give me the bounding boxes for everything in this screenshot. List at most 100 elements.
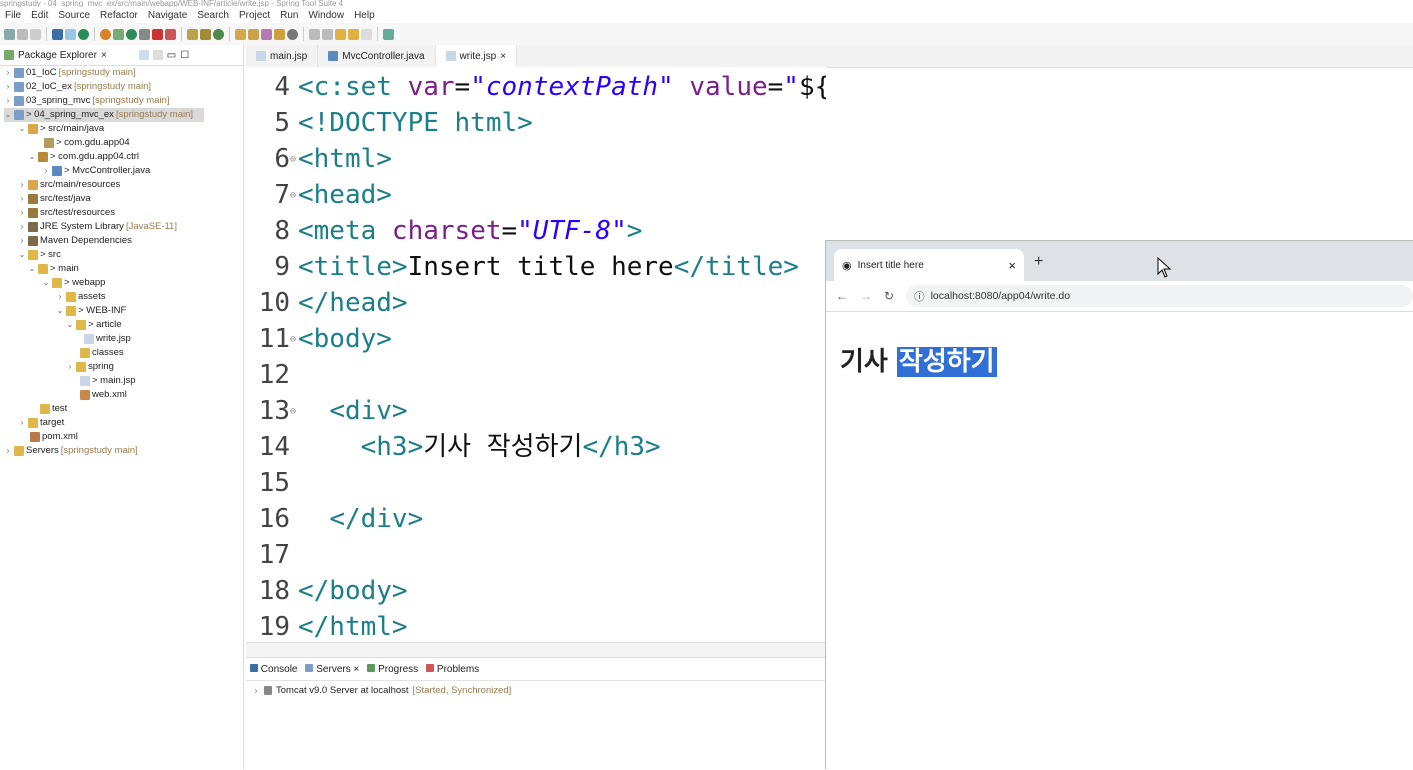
tree-item-main-jsp[interactable]: > main.jsp	[80, 374, 136, 388]
expand-icon[interactable]: ›	[42, 164, 50, 178]
expand-icon[interactable]: ›	[66, 360, 74, 374]
menu-window[interactable]: Window	[303, 10, 349, 21]
expand-icon[interactable]: ›	[4, 444, 12, 458]
tree-item-web-inf[interactable]: ⌄ > WEB-INF	[56, 304, 126, 318]
spring-boot-icon[interactable]	[78, 28, 89, 40]
code-editor[interactable]: 4<c:set var="contextPath" value="${pageC…	[246, 67, 826, 642]
terminal-icon[interactable]	[52, 28, 63, 40]
fold-icon[interactable]: ⊖	[290, 322, 298, 358]
tree-item-src-test-resources[interactable]: › src/test/resources	[18, 206, 115, 220]
pin-icon[interactable]	[261, 28, 272, 40]
expand-icon[interactable]: ›	[18, 192, 26, 206]
tree-item-servers[interactable]: › Servers [springstudy main]	[4, 444, 138, 458]
tree-item-main[interactable]: ⌄ > main	[28, 262, 79, 276]
tree-item-src[interactable]: ⌄ > src	[18, 248, 61, 262]
fold-icon[interactable]: ⊖	[290, 142, 298, 178]
close-tab-icon[interactable]: ×	[1008, 258, 1016, 273]
stop-icon[interactable]	[152, 28, 163, 40]
tree-item-com-gdu-app04[interactable]: > com.gdu.app04	[34, 136, 130, 150]
collapse-icon[interactable]: ⌄	[66, 318, 74, 332]
expand-icon[interactable]: ›	[56, 290, 64, 304]
tree-item-mvccontroller[interactable]: › > MvcController.java	[42, 164, 150, 178]
folder-icon[interactable]	[274, 28, 285, 40]
menu-source[interactable]: Source	[53, 10, 95, 21]
close-icon[interactable]: ×	[354, 664, 360, 675]
menu-search[interactable]: Search	[192, 10, 234, 21]
external-tools-icon[interactable]	[165, 28, 176, 40]
collapse-icon[interactable]: ⌄	[42, 276, 50, 290]
minimize-icon[interactable]: ▭	[167, 50, 176, 61]
search-icon[interactable]	[287, 28, 298, 40]
expand-icon[interactable]: ›	[18, 234, 26, 248]
tree-item-classes[interactable]: classes	[70, 346, 124, 360]
expand-icon[interactable]: ›	[18, 178, 26, 192]
tree-item-03-spring-mvc[interactable]: › 03_spring_mvc [springstudy main]	[4, 94, 170, 108]
menu-project[interactable]: Project	[234, 10, 275, 21]
menu-help[interactable]: Help	[349, 10, 380, 21]
expand-icon[interactable]: ›	[252, 686, 260, 695]
new-class-icon[interactable]	[213, 28, 224, 40]
new-icon[interactable]	[4, 28, 15, 40]
tree-item-test[interactable]: test	[40, 402, 67, 416]
tree-item-04-spring-mvc-ex[interactable]: ⌄ > 04_spring_mvc_ex [springstudy main]	[4, 108, 204, 122]
close-icon[interactable]: ×	[101, 50, 107, 61]
tree-item-pom-xml[interactable]: pom.xml	[30, 430, 78, 444]
reload-icon[interactable]: ↻	[884, 289, 894, 303]
tab-mvccontroller-java[interactable]: MvcController.java	[318, 45, 436, 67]
collapse-icon[interactable]: ⌄	[28, 150, 36, 164]
new-tab-button[interactable]: +	[1034, 253, 1043, 271]
tab-progress[interactable]: Progress	[367, 663, 418, 675]
tree-item-assets[interactable]: › assets	[56, 290, 105, 304]
next-annotation-icon[interactable]	[322, 28, 333, 40]
perspective-icon[interactable]	[383, 28, 394, 40]
tree-item-spring[interactable]: › spring	[66, 360, 114, 374]
expand-icon[interactable]: ›	[4, 66, 12, 80]
tree-item-com-gdu-app04-ctrl[interactable]: ⌄ > com.gdu.app04.ctrl	[28, 150, 139, 164]
run-icon[interactable]	[126, 28, 137, 40]
new-java-project-icon[interactable]	[187, 28, 198, 40]
debug-icon[interactable]	[113, 28, 124, 40]
expand-icon[interactable]: ›	[4, 94, 12, 108]
fold-icon[interactable]: ⊖	[290, 178, 298, 214]
view-menu-icon[interactable]	[152, 50, 163, 60]
server-row[interactable]: › Tomcat v9.0 Server at localhost [Start…	[246, 683, 826, 697]
collapse-icon[interactable]: ⌄	[56, 304, 64, 318]
tab-problems[interactable]: Problems	[426, 663, 479, 675]
open-type-icon[interactable]	[235, 28, 246, 40]
tree-item-src-main-java[interactable]: ⌄ > src/main/java	[18, 122, 104, 136]
fold-icon[interactable]: ⊖	[290, 394, 298, 430]
forward-icon[interactable]: →	[860, 289, 872, 303]
expand-icon[interactable]: ›	[18, 220, 26, 234]
tab-write-jsp[interactable]: write.jsp ×	[435, 45, 518, 67]
tab-main-jsp[interactable]: main.jsp	[246, 45, 319, 67]
refresh-icon[interactable]	[100, 28, 111, 40]
link-editor-icon[interactable]	[138, 50, 149, 60]
tree-item-article[interactable]: ⌄ > article	[66, 318, 122, 332]
menu-file[interactable]: File	[0, 10, 26, 21]
info-icon[interactable]: ⓘ	[914, 289, 925, 304]
tree-item-01-ioc[interactable]: › 01_IoC [springstudy main]	[4, 66, 136, 80]
skip-breakpoints-icon[interactable]	[65, 28, 76, 40]
menu-edit[interactable]: Edit	[26, 10, 53, 21]
editor-horizontal-scrollbar[interactable]	[246, 642, 826, 657]
collapse-icon[interactable]: ⌄	[28, 262, 36, 276]
menu-run[interactable]: Run	[275, 10, 303, 21]
forward-icon[interactable]	[361, 28, 372, 40]
expand-icon[interactable]: ›	[18, 206, 26, 220]
collapse-all-icon[interactable]	[125, 50, 135, 60]
collapse-icon[interactable]: ⌄	[4, 108, 12, 122]
collapse-icon[interactable]: ⌄	[18, 248, 26, 262]
tree-item-02-ioc-ex[interactable]: › 02_IoC_ex [springstudy main]	[4, 80, 151, 94]
coverage-icon[interactable]	[139, 28, 150, 40]
tree-item-maven-dependencies[interactable]: › Maven Dependencies	[18, 234, 132, 248]
tree-item-src-main-resources[interactable]: › src/main/resources	[18, 178, 120, 192]
address-bar[interactable]: ⓘ localhost:8080/app04/write.do	[906, 285, 1413, 307]
tree-item-target[interactable]: › target	[18, 416, 64, 430]
menu-navigate[interactable]: Navigate	[143, 10, 192, 21]
expand-icon[interactable]: ›	[18, 416, 26, 430]
open-resource-icon[interactable]	[248, 28, 259, 40]
tree-item-webapp[interactable]: ⌄ > webapp	[42, 276, 105, 290]
annotation-icon[interactable]	[309, 28, 320, 40]
new-package-icon[interactable]	[200, 28, 211, 40]
tree-item-write-jsp[interactable]: write.jsp	[84, 332, 131, 346]
